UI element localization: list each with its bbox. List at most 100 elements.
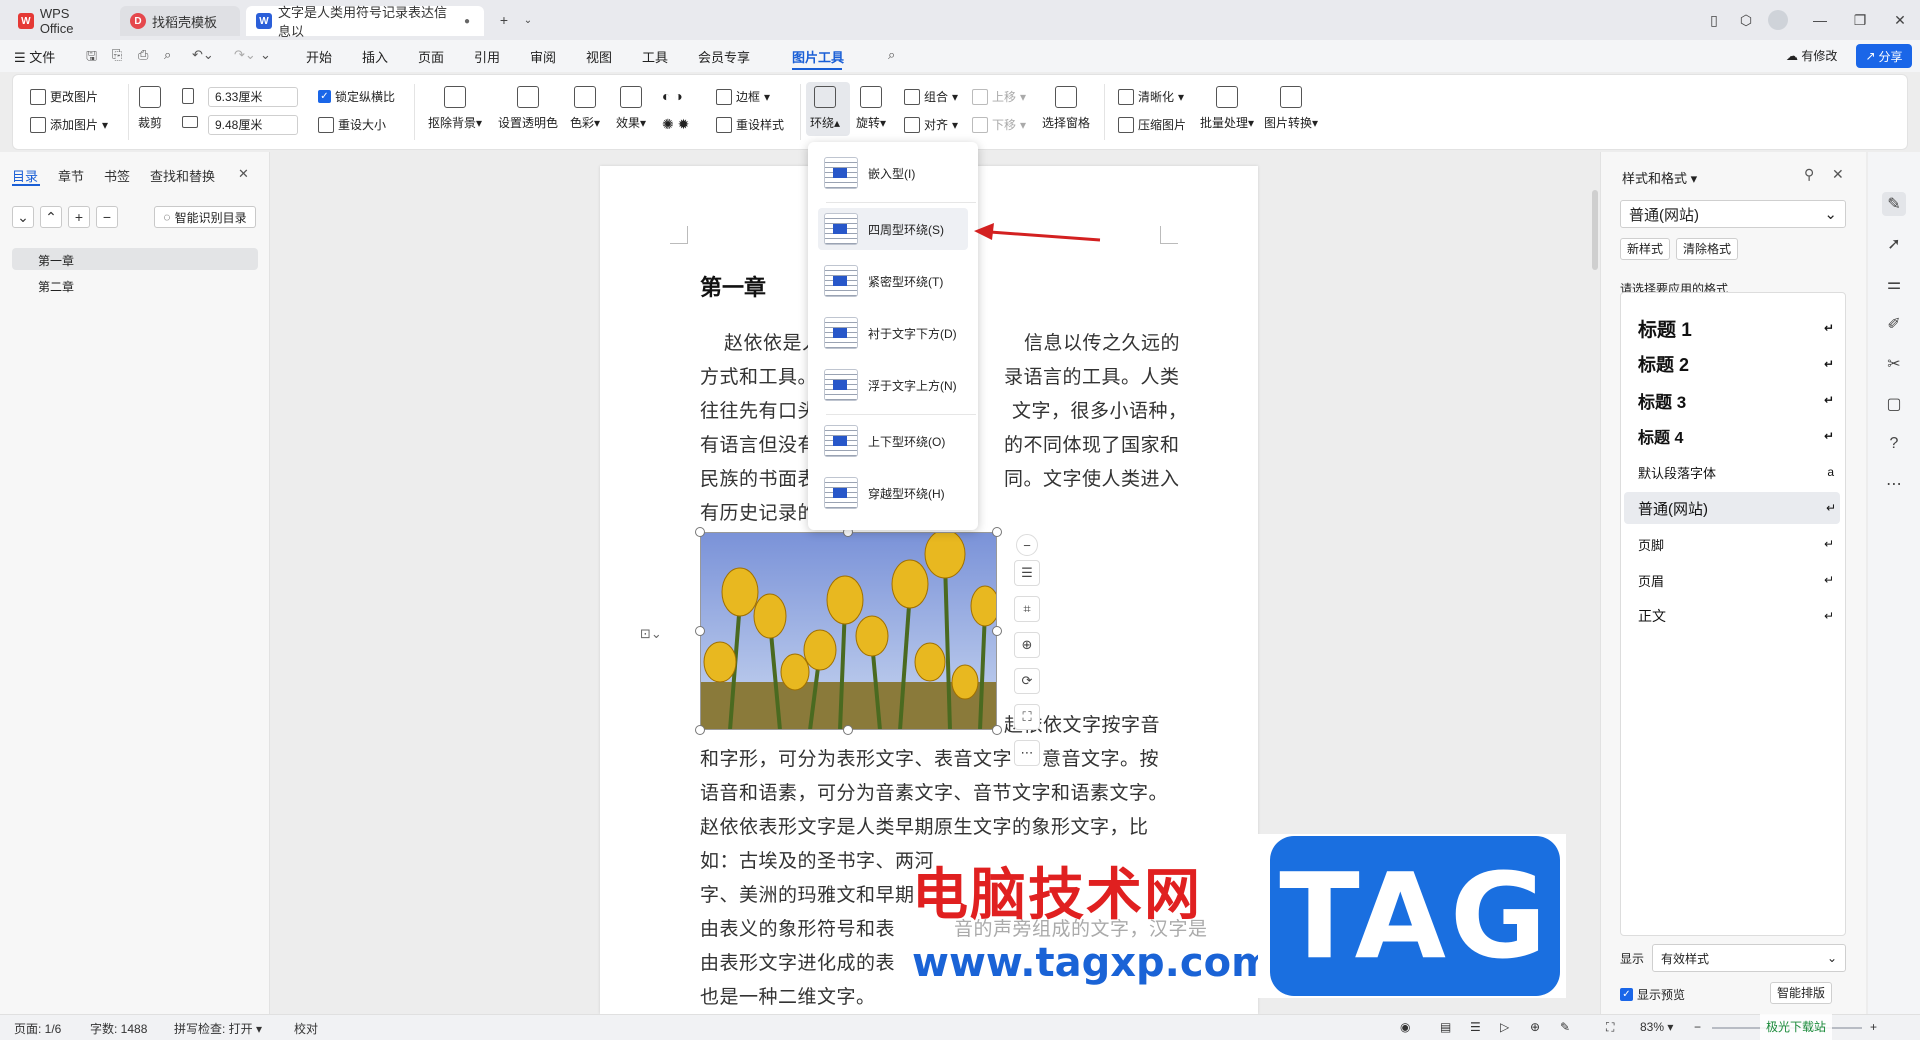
show-preview-checkbox[interactable]: ✓ 显示预览 xyxy=(1620,986,1685,1003)
export-icon[interactable]: ⎘ xyxy=(112,47,122,63)
book-icon[interactable]: ▢ xyxy=(1882,392,1906,416)
collapse-chevron-icon[interactable]: ⌄ xyxy=(12,206,34,228)
reset-size-button[interactable]: 重设大小 xyxy=(318,116,386,133)
cube-icon[interactable]: ⬡ xyxy=(1736,10,1756,30)
toc-item-chapter-1[interactable]: 第一章 xyxy=(38,252,74,269)
style-item-heading-1[interactable]: 标题 1 ↵ xyxy=(1634,312,1838,344)
color-button[interactable]: 色彩▾ xyxy=(570,86,600,131)
collapse-toolbar-icon[interactable]: − xyxy=(1016,534,1038,556)
share-button[interactable]: ↗ 分享 xyxy=(1856,44,1912,68)
restore-icon[interactable]: ❐ xyxy=(1850,10,1870,30)
expand-chevron-icon[interactable]: ⌃ xyxy=(40,206,62,228)
style-item-default-font[interactable]: 默认段落字体 a xyxy=(1634,456,1838,488)
edit-image-icon[interactable]: ✐ xyxy=(1882,312,1906,336)
doc-line[interactable]: 方式和工具。 xyxy=(700,362,817,389)
redo-icon[interactable]: ↷⌄ xyxy=(234,47,256,63)
close-panel-icon[interactable]: ✕ xyxy=(238,166,249,182)
tab-bookmark[interactable]: 书签 xyxy=(104,166,130,185)
doc-line[interactable]: 往往先有口头 xyxy=(700,396,817,423)
smart-format-button[interactable]: 智能排版 xyxy=(1770,982,1833,1004)
menu-file[interactable]: ☰ 文件 xyxy=(14,47,55,66)
style-item-heading-3[interactable]: 标题 3 ↵ xyxy=(1634,384,1838,416)
move-down-button[interactable]: 下移 ▾ xyxy=(972,116,1026,133)
style-item-normal-web[interactable]: 普通(网站) ↵ xyxy=(1624,492,1840,524)
tab-template[interactable]: D 找稻壳模板 xyxy=(120,6,240,36)
tab-find-replace[interactable]: 查找和替换 xyxy=(150,166,215,185)
minimize-icon[interactable]: — xyxy=(1810,10,1830,30)
anchor-icon[interactable]: ⊡⌄ xyxy=(640,626,662,642)
batch-process-button[interactable]: 批量处理▾ xyxy=(1200,86,1254,131)
spell-check[interactable]: 拼写检查: 打开 ▾ xyxy=(174,1020,262,1037)
picture-convert-button[interactable]: 图片转换▾ xyxy=(1264,86,1318,131)
new-style-button[interactable]: 新样式 xyxy=(1620,238,1671,260)
compress-picture-button[interactable]: 压缩图片 xyxy=(1118,116,1186,133)
menu-picture-tools[interactable]: 图片工具 xyxy=(792,47,844,66)
toc-item-chapter-2[interactable]: 第二章 xyxy=(38,278,74,295)
doc-line[interactable]: 语音和语素，可分为音素文字、音节文字和语素文字。 xyxy=(700,778,1168,805)
selection-pane-button[interactable]: 选择窗格 xyxy=(1042,86,1090,131)
resize-handle[interactable] xyxy=(992,527,1002,537)
style-item-heading-2[interactable]: 标题 2 ↵ xyxy=(1634,348,1838,380)
menu-insert[interactable]: 插入 xyxy=(362,47,388,66)
style-item-body[interactable]: 正文 ↵ xyxy=(1634,600,1838,632)
more-icon[interactable]: ⋯ xyxy=(1882,472,1906,496)
menu-view[interactable]: 视图 xyxy=(586,47,612,66)
group-button[interactable]: 组合 ▾ xyxy=(904,88,958,105)
menu-tools[interactable]: 工具 xyxy=(642,47,668,66)
doc-line[interactable]: 赵依依是人 xyxy=(724,328,822,355)
style-item-header[interactable]: 页眉 ↵ xyxy=(1634,564,1838,596)
doc-line[interactable]: 由表义的象形符号和表 xyxy=(700,914,895,941)
pen-status-icon[interactable]: ✎ xyxy=(1560,1020,1570,1034)
rotate-float-icon[interactable]: ⟳ xyxy=(1014,668,1040,694)
doc-line[interactable]: 信息以传之久远的 xyxy=(1024,328,1180,355)
doc-line[interactable]: 有历史记录的 xyxy=(700,498,817,525)
doc-line[interactable]: 文字，很多小语种， xyxy=(1012,396,1188,423)
style-item-footer[interactable]: 页脚 ↵ xyxy=(1634,528,1838,560)
doc-line[interactable]: 同。文字使人类进入 xyxy=(1004,464,1180,491)
doc-line[interactable]: 和字形，可分为表形文字、表音文字 xyxy=(700,744,1012,771)
doc-line[interactable]: 也是一种二维文字。 xyxy=(700,982,876,1009)
pen-icon[interactable]: ✎ xyxy=(1882,192,1906,216)
height-input[interactable]: 9.48厘米 xyxy=(208,115,298,135)
resize-handle[interactable] xyxy=(843,725,853,735)
resize-handle[interactable] xyxy=(992,725,1002,735)
remove-level-icon[interactable]: − xyxy=(96,206,118,228)
doc-line[interactable]: 的不同体现了国家和 xyxy=(1004,430,1180,457)
wrap-tight-option[interactable]: 紧密型环绕(T) xyxy=(818,260,968,302)
canvas-scrollbar[interactable] xyxy=(1592,190,1598,270)
menu-reference[interactable]: 引用 xyxy=(474,47,500,66)
proofread-button[interactable]: 校对 xyxy=(294,1020,318,1037)
add-picture-button[interactable]: 添加图片 ▾ xyxy=(30,116,108,133)
crop-button[interactable]: 裁剪 xyxy=(138,86,162,131)
outline-view-icon[interactable]: ☰ xyxy=(1470,1020,1481,1034)
resize-handle[interactable] xyxy=(992,626,1002,636)
save-icon[interactable]: 🖫 xyxy=(86,47,97,69)
zoom-in-icon[interactable]: + xyxy=(1870,1020,1877,1034)
doc-line[interactable]: 民族的书面表 xyxy=(700,464,817,491)
resize-handle[interactable] xyxy=(695,626,705,636)
wrap-through-option[interactable]: 穿越型环绕(H) xyxy=(818,472,968,514)
align-button[interactable]: 对齐 ▾ xyxy=(904,116,958,133)
move-up-button[interactable]: 上移 ▾ xyxy=(972,88,1026,105)
web-view-icon[interactable]: ⊕ xyxy=(1530,1020,1540,1034)
width-input[interactable]: 6.33厘米 xyxy=(208,87,298,107)
chapter-heading[interactable]: 第一章 xyxy=(700,270,766,302)
zoom-out-icon[interactable]: − xyxy=(1694,1020,1701,1034)
doc-line[interactable]: 字、美洲的玛雅文和早期 xyxy=(700,880,915,907)
undo-icon[interactable]: ↶⌄ xyxy=(192,47,214,63)
lock-ratio-checkbox[interactable]: ✓ 锁定纵横比 xyxy=(318,88,395,105)
border-button[interactable]: 边框 ▾ xyxy=(716,88,770,105)
menu-member[interactable]: 会员专享 xyxy=(698,47,750,66)
wrap-top-bottom-option[interactable]: 上下型环绕(O) xyxy=(818,420,968,462)
remove-background-button[interactable]: 抠除背景▾ xyxy=(428,86,482,131)
contrast-icon[interactable]: ✺ ✹ xyxy=(662,116,689,133)
tab-toc[interactable]: 目录 xyxy=(12,166,38,185)
style-item-heading-4[interactable]: 标题 4 ↵ xyxy=(1634,420,1838,452)
wrap-button[interactable]: 环绕▴ xyxy=(810,86,840,131)
print-preview-icon[interactable]: ⌕ xyxy=(164,47,171,63)
tab-document[interactable]: W 文字是人类用符号记录表达信息以 ● xyxy=(246,5,484,39)
reset-style-button[interactable]: 重设样式 xyxy=(716,116,784,133)
show-style-select[interactable]: 有效样式 ⌄ xyxy=(1652,944,1846,972)
page-view-icon[interactable]: ▤ xyxy=(1440,1020,1451,1034)
has-changes-button[interactable]: ☁ 有修改 xyxy=(1786,47,1837,64)
